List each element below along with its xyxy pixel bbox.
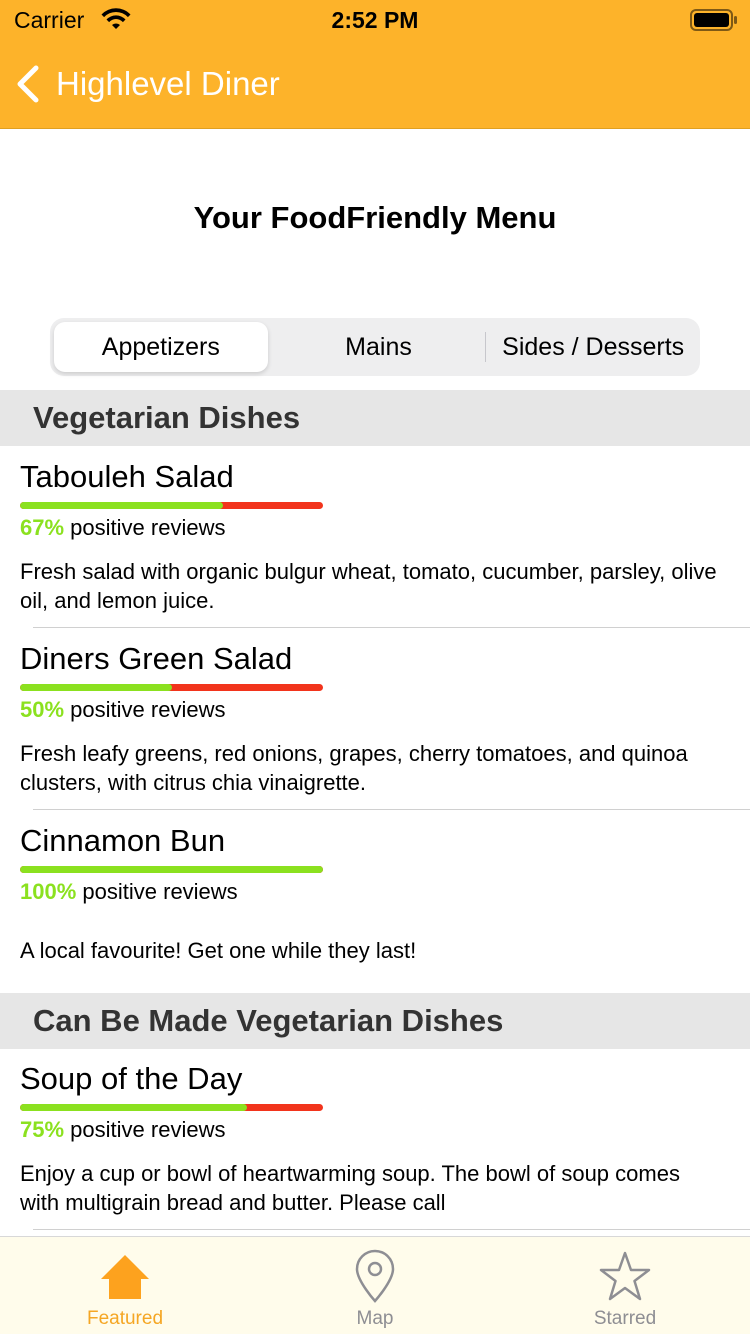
menu-item[interactable]: Tabouleh Salad 67% positive reviews Fres… <box>0 447 750 627</box>
tab-label: Featured <box>86 1308 164 1329</box>
rating-suffix: positive reviews <box>70 515 226 540</box>
tab-featured[interactable]: Featured <box>0 1237 250 1334</box>
status-time: 2:52 PM <box>331 7 419 33</box>
rating-text: 67% positive reviews <box>20 515 225 541</box>
menu-item[interactable]: Cinnamon Bun 100% positive reviews A loc… <box>0 811 750 991</box>
rating-bar <box>20 502 323 509</box>
tab-label: Map <box>356 1308 394 1329</box>
segment-mains[interactable]: Mains <box>272 318 486 376</box>
menu-item-description: Fresh salad with organic bulgur wheat, t… <box>20 559 717 613</box>
rating-bar-fill <box>20 684 172 691</box>
tab-map[interactable]: Map <box>250 1237 500 1334</box>
rating-suffix: positive reviews <box>82 879 238 904</box>
page-title: Your FoodFriendly Menu <box>193 200 557 235</box>
house-icon <box>101 1255 149 1299</box>
rating-suffix: positive reviews <box>70 1117 226 1142</box>
section-header: Vegetarian Dishes <box>0 390 750 446</box>
rating-bar <box>20 684 323 691</box>
menu-item-description: Enjoy a cup or bowl of heartwarming soup… <box>20 1161 680 1215</box>
back-button-label: Highlevel Diner <box>56 65 280 102</box>
menu-item[interactable]: Diners Green Salad 50% positive reviews … <box>0 629 750 809</box>
rating-bar <box>20 866 323 873</box>
segment-sides-desserts[interactable]: Sides / Desserts <box>486 318 700 376</box>
tab-starred[interactable]: Starred <box>500 1237 750 1334</box>
row-separator <box>33 809 750 810</box>
rating-percent: 67% <box>20 515 65 540</box>
tab-bar: Featured Map Starred <box>0 1236 750 1334</box>
category-segmented-control: Appetizers Mains Sides / Desserts <box>50 318 700 376</box>
navigation-bar: Carrier 2:52 PM Highlevel Diner <box>0 0 750 129</box>
rating-bar-fill <box>20 866 323 873</box>
rating-text: 75% positive reviews <box>20 1117 225 1143</box>
menu-item-title: Cinnamon Bun <box>20 823 226 858</box>
rating-percent: 75% <box>20 1117 65 1142</box>
menu-item-title: Soup of the Day <box>20 1061 243 1096</box>
menu-item-title: Diners Green Salad <box>20 641 293 676</box>
menu-item-title: Tabouleh Salad <box>20 459 234 494</box>
rating-text: 50% positive reviews <box>20 697 225 723</box>
segment-appetizers[interactable]: Appetizers <box>54 322 268 372</box>
star-icon <box>599 1251 651 1301</box>
status-bar: Carrier 2:52 PM <box>0 0 750 40</box>
map-pin-icon <box>355 1249 395 1303</box>
rating-text: 100% positive reviews <box>20 879 238 905</box>
back-button[interactable]: Highlevel Diner <box>14 62 280 106</box>
rating-bar-fill <box>20 502 223 509</box>
rating-bar-fill <box>20 1104 248 1111</box>
row-separator <box>33 627 750 628</box>
rating-bar <box>20 1104 323 1111</box>
tab-label: Starred <box>593 1308 657 1329</box>
battery-icon <box>690 9 737 31</box>
row-separator <box>33 1229 750 1230</box>
chevron-left-icon <box>17 65 39 103</box>
menu-item-description: A local favourite! Get one while they la… <box>20 938 417 963</box>
rating-percent: 100% <box>20 879 77 904</box>
rating-suffix: positive reviews <box>70 697 226 722</box>
menu-item-description: Fresh leafy greens, red onions, grapes, … <box>20 741 688 795</box>
rating-percent: 50% <box>20 697 65 722</box>
menu-item[interactable]: Soup of the Day 75% positive reviews Enj… <box>0 1049 750 1229</box>
section-header: Can Be Made Vegetarian Dishes <box>0 993 750 1049</box>
